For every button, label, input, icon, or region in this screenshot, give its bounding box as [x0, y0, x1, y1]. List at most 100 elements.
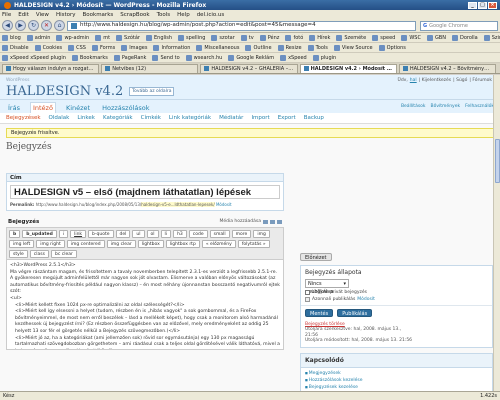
quicktag-button[interactable]: img clear	[106, 240, 136, 248]
quicktag-button[interactable]: i	[58, 230, 69, 238]
quicktag-button[interactable]: class	[29, 250, 49, 258]
toolbar2-item-options[interactable]: Options	[378, 44, 406, 51]
private-checkbox[interactable]: Legyen privát bejegyzés	[305, 290, 488, 295]
toolbar3-item-plugin[interactable]: plugin	[312, 54, 336, 61]
quicktag-button[interactable]: bc clear	[50, 250, 77, 258]
toolbar3-item-google-rekl-m[interactable]: Google Reklám	[228, 54, 274, 61]
stop-icon[interactable]: ✕	[41, 20, 52, 31]
quicktag-button[interactable]: img left	[9, 240, 35, 248]
bookmarks-item-szotar[interactable]: szotar	[211, 34, 235, 41]
bookmarks-item-english[interactable]: English	[145, 34, 172, 41]
menu-item-history[interactable]: History	[56, 12, 76, 18]
toolbar2-item-forms[interactable]: Forms	[91, 44, 115, 51]
bookmarks-item-gbn[interactable]: GBN	[426, 34, 446, 41]
bookmarks-item-blog[interactable]: blog	[2, 34, 21, 41]
admin-menu-kin-zet[interactable]: Kinézet	[64, 103, 92, 113]
image-icon[interactable]	[263, 219, 268, 224]
post-title-input[interactable]: HALDESIGN v5 – első (majdnem láthatatlan…	[10, 185, 280, 199]
quicktag-button[interactable]: « előzmény	[201, 240, 236, 248]
forward-icon[interactable]: ▶	[15, 20, 26, 31]
toolbar2-item-tools[interactable]: Tools	[307, 44, 328, 51]
bookmarks-item-p-nz[interactable]: Pénz	[259, 34, 279, 41]
bookmarks-item-h-rek[interactable]: Hírek	[309, 34, 330, 41]
submenu-backup[interactable]: Backup	[304, 115, 324, 121]
checkbox-icon[interactable]	[305, 290, 310, 295]
url-bar[interactable]: http://www.haldesign.hu/blog/wp-admin/po…	[67, 20, 416, 31]
media-add[interactable]: Média hozzáadása	[219, 219, 282, 224]
back-icon[interactable]: ◀	[2, 20, 13, 31]
menu-item-del-icio-us[interactable]: del.icio.us	[197, 12, 225, 18]
submenu-export[interactable]: Export	[278, 115, 296, 121]
video-icon[interactable]	[270, 219, 275, 224]
bookmarks-item-admin[interactable]: admin	[26, 34, 50, 41]
toolbar3-item-pagerank[interactable]: PageRank	[113, 54, 146, 61]
menu-item-help[interactable]: Help	[177, 12, 190, 18]
user-link-f-rumok[interactable]: | Fórumok	[469, 78, 492, 83]
submenu-link-kateg-ri-k[interactable]: Link kategóriák	[169, 115, 211, 121]
close-icon[interactable]: ×	[488, 1, 497, 9]
quicktag-button[interactable]: del	[115, 230, 131, 238]
related-link-megjegyz-sek[interactable]: Megjegyzések	[305, 370, 488, 377]
toolbar2-item-information[interactable]: Information	[153, 44, 190, 51]
toolbar2-item-view-source[interactable]: View Source	[333, 44, 373, 51]
submenu-kateg-ri-k[interactable]: Kategóriák	[103, 115, 133, 121]
admin-menu-hozz-sz-l-sok[interactable]: Hozzászólások	[100, 103, 151, 113]
menu-item-bookmarks[interactable]: Bookmarks	[83, 12, 114, 18]
preview-button[interactable]: Előnézet	[300, 253, 332, 261]
toolbar2-item-images[interactable]: Images	[121, 44, 147, 51]
bookmarks-item-fot[interactable]: fotó	[285, 34, 303, 41]
bookmarks-item-dorolla[interactable]: Dorolla	[451, 34, 478, 41]
reload-icon[interactable]: ↻	[28, 20, 39, 31]
user-link-hal[interactable]: hal	[410, 78, 417, 83]
quicktag-button[interactable]: style	[9, 250, 28, 258]
user-link-s-g[interactable]: | Súgó	[453, 78, 467, 83]
bookmarks-item-mt[interactable]: mt	[95, 34, 110, 41]
bookmarks-item-spelling[interactable]: spelling	[178, 34, 205, 41]
toolbar2-item-disable[interactable]: Disable	[2, 44, 29, 51]
toolbar2-item-outline[interactable]: Outline	[245, 44, 272, 51]
menu-item-view[interactable]: View	[36, 12, 49, 18]
quicktag-button[interactable]: img	[253, 230, 270, 238]
toolbar2-item-miscellaneous[interactable]: Miscellaneous	[196, 44, 239, 51]
status-select[interactable]: Nincs publikálva ▾	[305, 279, 349, 295]
browser-tab[interactable]: Netvibes (12)	[101, 63, 199, 73]
favorite-b-v-tm-nyek[interactable]: Bővítmények	[431, 104, 461, 109]
site-title[interactable]: HALDESIGN v4.2	[6, 84, 123, 99]
quicktag-button[interactable]: lightbox	[137, 240, 164, 248]
quicktag-button[interactable]: img centered	[66, 240, 105, 248]
favorite-felhaszn-l-k[interactable]: Felhasználók	[465, 104, 494, 109]
publish-edit-link[interactable]: Módosít	[357, 297, 375, 302]
quicktag-button[interactable]: li	[160, 230, 172, 238]
permalink-edit-link[interactable]: Módosít	[216, 202, 232, 207]
toolbar3-item-send-to[interactable]: Send to	[152, 54, 180, 61]
menu-item-tools[interactable]: Tools	[157, 12, 171, 18]
scrollbar-thumb[interactable]	[495, 139, 500, 183]
submenu-oldalak[interactable]: Oldalak	[49, 115, 70, 121]
bookmarks-item-tv[interactable]: tv	[240, 34, 254, 41]
toolbar3-item-wsearch-hu[interactable]: wsearch.hu	[185, 54, 222, 61]
quicktag-button[interactable]: code	[188, 230, 208, 238]
quicktag-button[interactable]: b	[9, 230, 21, 238]
bookmarks-item-speed[interactable]: speed	[372, 34, 395, 41]
maximize-icon[interactable]: □	[478, 1, 487, 9]
toolbar2-item-cookies[interactable]: Cookies	[34, 44, 62, 51]
related-link-hozz-sz-l-sok-kezel-se[interactable]: Hozzászólások kezelése	[305, 377, 488, 384]
favorite-be-ll-t-sok[interactable]: Beállítások	[401, 104, 426, 109]
browser-tab[interactable]: HALDESIGN v4.2 – GHALERIA – Új...	[200, 63, 298, 73]
quicktag-button[interactable]: lightbox rtp	[165, 240, 200, 248]
submenu-c-mk-k[interactable]: Címkék	[141, 115, 161, 121]
toolbar3-item-bookmarks[interactable]: Bookmarks	[71, 54, 108, 61]
home-icon[interactable]: ⌂	[54, 20, 65, 31]
permalink-slug[interactable]: haldesign-v5-e...ldthatatlan-lepesek/	[141, 202, 215, 207]
submenu-linkek[interactable]: Linkek	[77, 115, 95, 121]
admin-menu-int-z[interactable]: Intéző	[29, 102, 56, 113]
toolbar3-item-xspeed-xspeed-plugin[interactable]: xSpeed xSpeed plugin	[2, 54, 66, 61]
quicktag-button[interactable]: b-quote	[88, 230, 114, 238]
toolbar2-item-resize[interactable]: Resize	[277, 44, 302, 51]
bookmarks-item-wp-admin[interactable]: wp-admin	[56, 34, 89, 41]
admin-menu-r-s[interactable]: Írás	[6, 103, 22, 113]
submenu-import[interactable]: Import	[251, 115, 269, 121]
toolbar2-item-css[interactable]: CSS	[68, 44, 86, 51]
bookmarks-item-wsc[interactable]: WSC	[401, 34, 421, 41]
page-scrollbar[interactable]	[493, 75, 500, 391]
